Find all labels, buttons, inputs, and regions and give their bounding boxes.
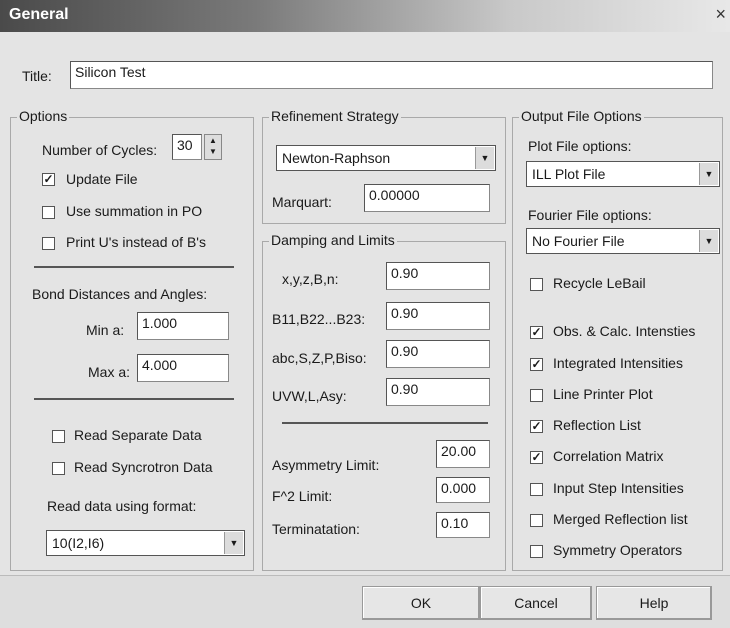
chevron-down-icon[interactable]: ▼ bbox=[699, 230, 718, 252]
min-label: Min a: bbox=[86, 322, 125, 338]
output-check-label: Merged Reflection list bbox=[553, 511, 688, 527]
marquart-input[interactable]: 0.00000 bbox=[364, 184, 490, 212]
damping-row-input[interactable]: 0.90 bbox=[386, 378, 490, 406]
strategy-value: Newton-Raphson bbox=[282, 150, 391, 166]
damping-row-input[interactable]: 0.90 bbox=[386, 340, 490, 368]
cancel-button[interactable]: Cancel bbox=[480, 586, 592, 620]
update-file-checkbox[interactable]: ✓ bbox=[42, 173, 55, 186]
plot-dropdown[interactable]: ILL Plot File ▼ bbox=[526, 161, 720, 187]
options-separator-2 bbox=[34, 398, 234, 400]
dialog-title: General bbox=[9, 6, 69, 23]
plot-value: ILL Plot File bbox=[532, 166, 606, 182]
integrated-checkbox[interactable]: ✓ bbox=[530, 358, 543, 371]
asym-input[interactable]: 20.00 bbox=[436, 440, 490, 468]
output-check-label: Recycle LeBail bbox=[553, 275, 646, 291]
cycles-label: Number of Cycles: bbox=[42, 142, 158, 158]
update-file-label: Update File bbox=[66, 171, 138, 187]
output-check-label: Input Step Intensities bbox=[553, 480, 684, 496]
spin-down-icon[interactable]: ▼ bbox=[205, 146, 221, 157]
title-bar: General × bbox=[0, 0, 730, 32]
damping-row-label: x,y,z,B,n: bbox=[282, 271, 339, 287]
marquart-label: Marquart: bbox=[272, 194, 332, 210]
refinement-heading: Refinement Strategy bbox=[269, 108, 401, 124]
format-label: Read data using format: bbox=[47, 498, 197, 514]
output-heading: Output File Options bbox=[519, 108, 644, 124]
output-check-label: Correlation Matrix bbox=[553, 448, 664, 464]
damping-row-input[interactable]: 0.90 bbox=[386, 262, 490, 290]
print-u-label: Print U's instead of B's bbox=[66, 234, 206, 250]
fourier-label: Fourier File options: bbox=[528, 207, 652, 223]
chevron-down-icon[interactable]: ▼ bbox=[224, 532, 243, 554]
cycles-spinner[interactable]: ▲ ▼ bbox=[204, 134, 222, 160]
f2-input[interactable]: 0.000 bbox=[436, 477, 490, 503]
line-printer-checkbox[interactable] bbox=[530, 389, 543, 402]
read-syncrotron-checkbox[interactable] bbox=[52, 462, 65, 475]
obs-calc-checkbox[interactable]: ✓ bbox=[530, 326, 543, 339]
fourier-value: No Fourier File bbox=[532, 233, 625, 249]
title-input[interactable]: Silicon Test bbox=[70, 61, 713, 89]
min-input[interactable]: 1.000 bbox=[137, 312, 229, 340]
term-label: Terminatation: bbox=[272, 521, 360, 537]
format-value: 10(I2,I6) bbox=[52, 535, 105, 551]
read-syncrotron-label: Read Syncrotron Data bbox=[74, 459, 213, 475]
output-check-label: Reflection List bbox=[553, 417, 641, 433]
output-check-label: Obs. & Calc. Intensties bbox=[553, 323, 696, 339]
print-u-checkbox[interactable] bbox=[42, 237, 55, 250]
max-label: Max a: bbox=[88, 364, 131, 380]
general-dialog: General × Title: Silicon Test Options Nu… bbox=[0, 0, 730, 628]
fourier-dropdown[interactable]: No Fourier File ▼ bbox=[526, 228, 720, 254]
reflection-list-checkbox[interactable]: ✓ bbox=[530, 420, 543, 433]
damping-row-input[interactable]: 0.90 bbox=[386, 302, 490, 330]
recycle-lebail-checkbox[interactable] bbox=[530, 278, 543, 291]
damping-separator bbox=[282, 422, 488, 424]
spin-up-icon[interactable]: ▲ bbox=[205, 135, 221, 146]
symmetry-operators-checkbox[interactable] bbox=[530, 545, 543, 558]
output-check-label: Integrated Intensities bbox=[553, 355, 683, 371]
damping-row-label: abc,S,Z,P,Biso: bbox=[272, 350, 367, 366]
f2-label: F^2 Limit: bbox=[272, 488, 333, 504]
help-button[interactable]: Help bbox=[596, 586, 712, 620]
asym-label: Asymmetry Limit: bbox=[272, 457, 380, 473]
output-check-label: Line Printer Plot bbox=[553, 386, 653, 402]
max-input[interactable]: 4.000 bbox=[137, 354, 229, 382]
input-step-checkbox[interactable] bbox=[530, 483, 543, 496]
strategy-dropdown[interactable]: Newton-Raphson ▼ bbox=[276, 145, 496, 171]
damping-heading: Damping and Limits bbox=[269, 232, 397, 248]
cycles-input[interactable]: 30 bbox=[172, 134, 202, 160]
options-heading: Options bbox=[17, 108, 70, 124]
use-summation-checkbox[interactable] bbox=[42, 206, 55, 219]
term-input[interactable]: 0.10 bbox=[436, 512, 490, 538]
plot-label: Plot File options: bbox=[528, 138, 632, 154]
damping-row-label: UVW,L,Asy: bbox=[272, 388, 347, 404]
damping-row-label: B11,B22...B23: bbox=[272, 311, 366, 327]
close-icon[interactable]: × bbox=[715, 4, 726, 25]
title-label: Title: bbox=[22, 68, 52, 84]
read-separate-checkbox[interactable] bbox=[52, 430, 65, 443]
bond-heading: Bond Distances and Angles: bbox=[32, 286, 208, 302]
output-check-label: Symmetry Operators bbox=[553, 542, 683, 558]
ok-button[interactable]: OK bbox=[362, 586, 480, 620]
merged-reflection-checkbox[interactable] bbox=[530, 514, 543, 527]
format-dropdown[interactable]: 10(I2,I6) ▼ bbox=[46, 530, 245, 556]
use-summation-label: Use summation in PO bbox=[66, 203, 203, 219]
read-separate-label: Read Separate Data bbox=[74, 427, 202, 443]
chevron-down-icon[interactable]: ▼ bbox=[699, 163, 718, 185]
correlation-matrix-checkbox[interactable]: ✓ bbox=[530, 451, 543, 464]
options-separator-1 bbox=[34, 266, 234, 268]
chevron-down-icon[interactable]: ▼ bbox=[475, 147, 494, 169]
